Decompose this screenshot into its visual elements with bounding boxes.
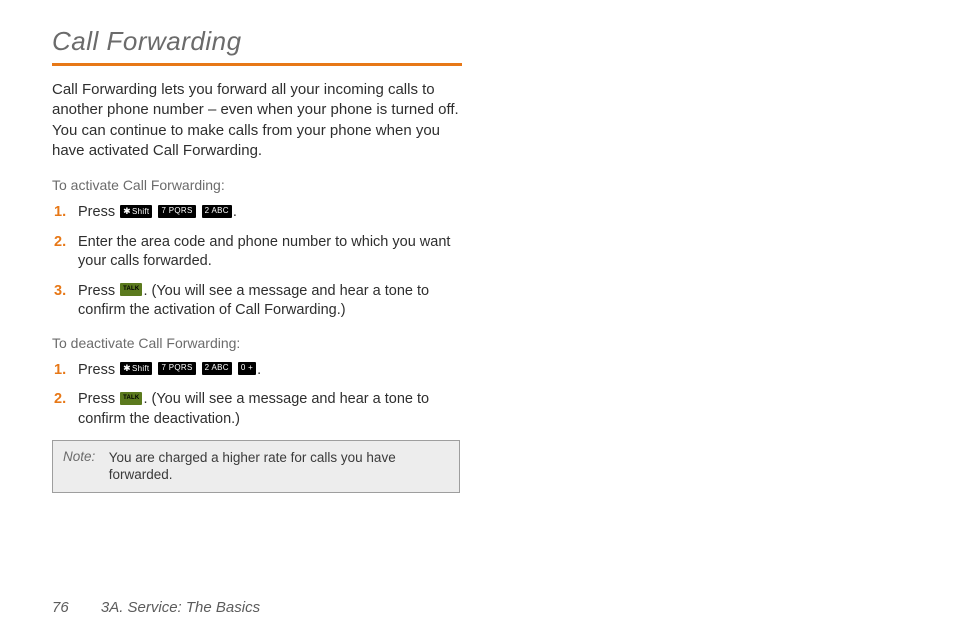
step-text: . — [233, 204, 237, 220]
key-7: 7 PQRS — [158, 205, 195, 218]
activate-heading: To activate Call Forwarding: — [52, 177, 462, 193]
deactivate-step-2: Press TALK. (You will see a message and … — [74, 390, 462, 429]
deactivate-steps: Press ✱Shift 7 PQRS 2 ABC 0 +. Press TAL… — [52, 361, 462, 430]
manual-page: Call Forwarding Call Forwarding lets you… — [0, 0, 954, 636]
page-number: 76 — [52, 599, 69, 616]
activate-steps: Press ✱Shift 7 PQRS 2 ABC. Enter the are… — [52, 203, 462, 321]
page-title: Call Forwarding — [52, 26, 462, 63]
title-rule — [52, 63, 462, 66]
key-0: 0 + — [238, 362, 256, 375]
step-text: . — [257, 362, 261, 378]
intro-paragraph: Call Forwarding lets you forward all you… — [52, 80, 462, 161]
note-text: You are charged a higher rate for calls … — [109, 449, 439, 484]
content-column: Call Forwarding Call Forwarding lets you… — [52, 26, 462, 493]
step-text: Press — [78, 283, 119, 299]
key-star-shift: ✱Shift — [120, 205, 152, 218]
key-talk: TALK — [120, 283, 142, 296]
note-box: Note: You are charged a higher rate for … — [52, 440, 460, 493]
deactivate-step-1: Press ✱Shift 7 PQRS 2 ABC 0 +. — [74, 361, 462, 381]
activate-step-3: Press TALK. (You will see a message and … — [74, 282, 462, 321]
section-title: 3A. Service: The Basics — [101, 599, 260, 616]
step-text: Press — [78, 204, 119, 220]
key-2: 2 ABC — [202, 362, 232, 375]
key-star-shift: ✱Shift — [120, 362, 152, 375]
note-label: Note: — [63, 449, 105, 464]
step-text: Press — [78, 391, 119, 407]
key-talk: TALK — [120, 392, 142, 405]
deactivate-heading: To deactivate Call Forwarding: — [52, 335, 462, 351]
key-7: 7 PQRS — [158, 362, 195, 375]
activate-step-1: Press ✱Shift 7 PQRS 2 ABC. — [74, 203, 462, 223]
key-2: 2 ABC — [202, 205, 232, 218]
page-footer: 76 3A. Service: The Basics — [52, 599, 260, 616]
activate-step-2: Enter the area code and phone number to … — [74, 233, 462, 272]
step-text: Press — [78, 362, 119, 378]
